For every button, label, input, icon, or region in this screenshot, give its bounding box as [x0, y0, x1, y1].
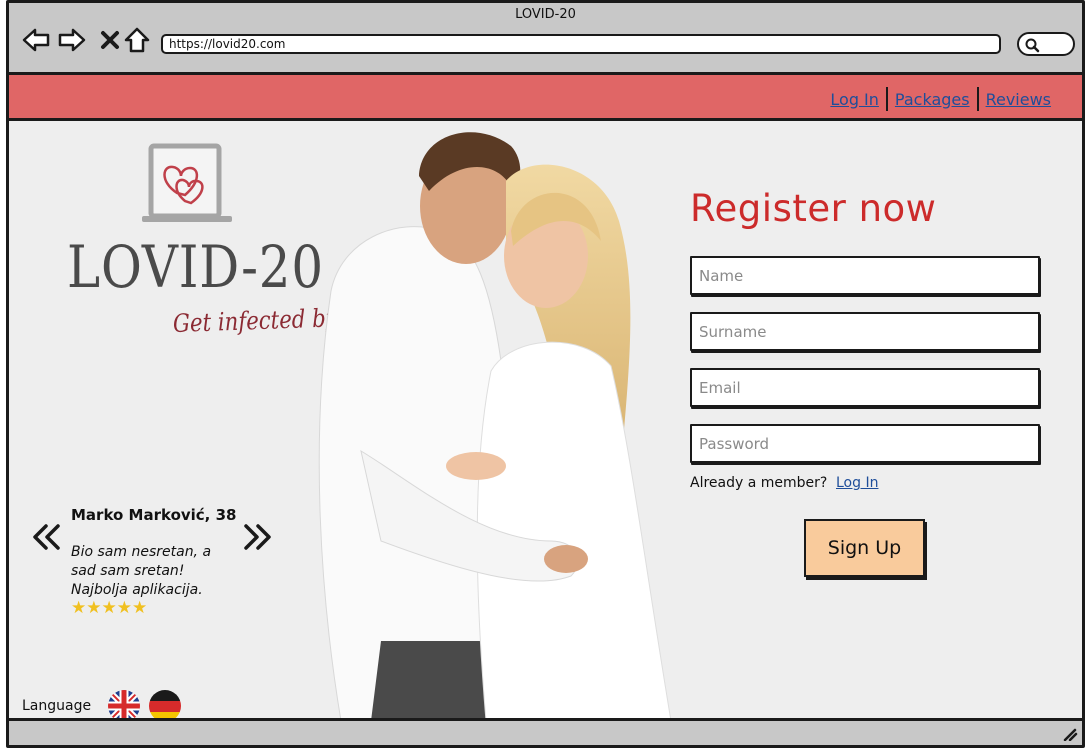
testimonial-quote: Bio sam nesretan, a sad sam sretan! Najb…	[71, 544, 212, 598]
nav-divider	[976, 87, 979, 111]
top-navbar: Log In Packages Reviews	[9, 75, 1082, 121]
already-member-text: Already a member?	[690, 475, 828, 491]
sign-up-button[interactable]: Sign Up	[804, 519, 925, 577]
star-rating-icons: ★★★★★	[71, 598, 148, 618]
nav-packages-link[interactable]: Packages	[890, 90, 975, 109]
logo-title: LOVID-20	[67, 233, 324, 301]
testimonial-author: Marko Marković, 38	[71, 506, 237, 524]
nav-links: Log In Packages Reviews	[825, 87, 1056, 111]
nav-reviews-link[interactable]: Reviews	[981, 90, 1056, 109]
password-field[interactable]	[690, 424, 1040, 463]
email-field[interactable]	[690, 368, 1040, 407]
laptop-hearts-logo-icon	[142, 143, 232, 222]
resize-grip-icon[interactable]	[1062, 727, 1078, 741]
main-content: LOVID-20 Get infected by love! Marko Mar…	[9, 121, 1082, 722]
nav-divider	[885, 87, 888, 111]
back-arrow-icon[interactable]	[21, 25, 51, 55]
language-label: Language	[22, 698, 92, 714]
previous-testimonial-icon[interactable]	[31, 523, 63, 551]
next-testimonial-icon[interactable]	[241, 523, 273, 551]
window-title: LOVID-20	[515, 7, 576, 22]
couple-photo	[318, 132, 672, 721]
home-icon[interactable]	[122, 25, 152, 55]
browser-statusbar	[9, 718, 1082, 745]
testimonial-rating: ★★★★★	[71, 600, 147, 617]
browser-search-box[interactable]	[1017, 32, 1075, 56]
search-icon	[1025, 38, 1040, 53]
name-field[interactable]	[690, 256, 1040, 295]
browser-titlebar: LOVID-20 https://lovid20.com	[9, 3, 1082, 75]
browser-window: LOVID-20 https://lovid20.com Log In Pack…	[6, 0, 1085, 748]
login-link[interactable]: Log In	[836, 475, 878, 491]
surname-field[interactable]	[690, 312, 1040, 351]
nav-login-link[interactable]: Log In	[825, 90, 884, 109]
close-icon[interactable]	[95, 25, 125, 55]
url-bar[interactable]: https://lovid20.com	[161, 34, 1001, 54]
register-title: Register now	[690, 187, 937, 230]
forward-arrow-icon[interactable]	[57, 25, 87, 55]
